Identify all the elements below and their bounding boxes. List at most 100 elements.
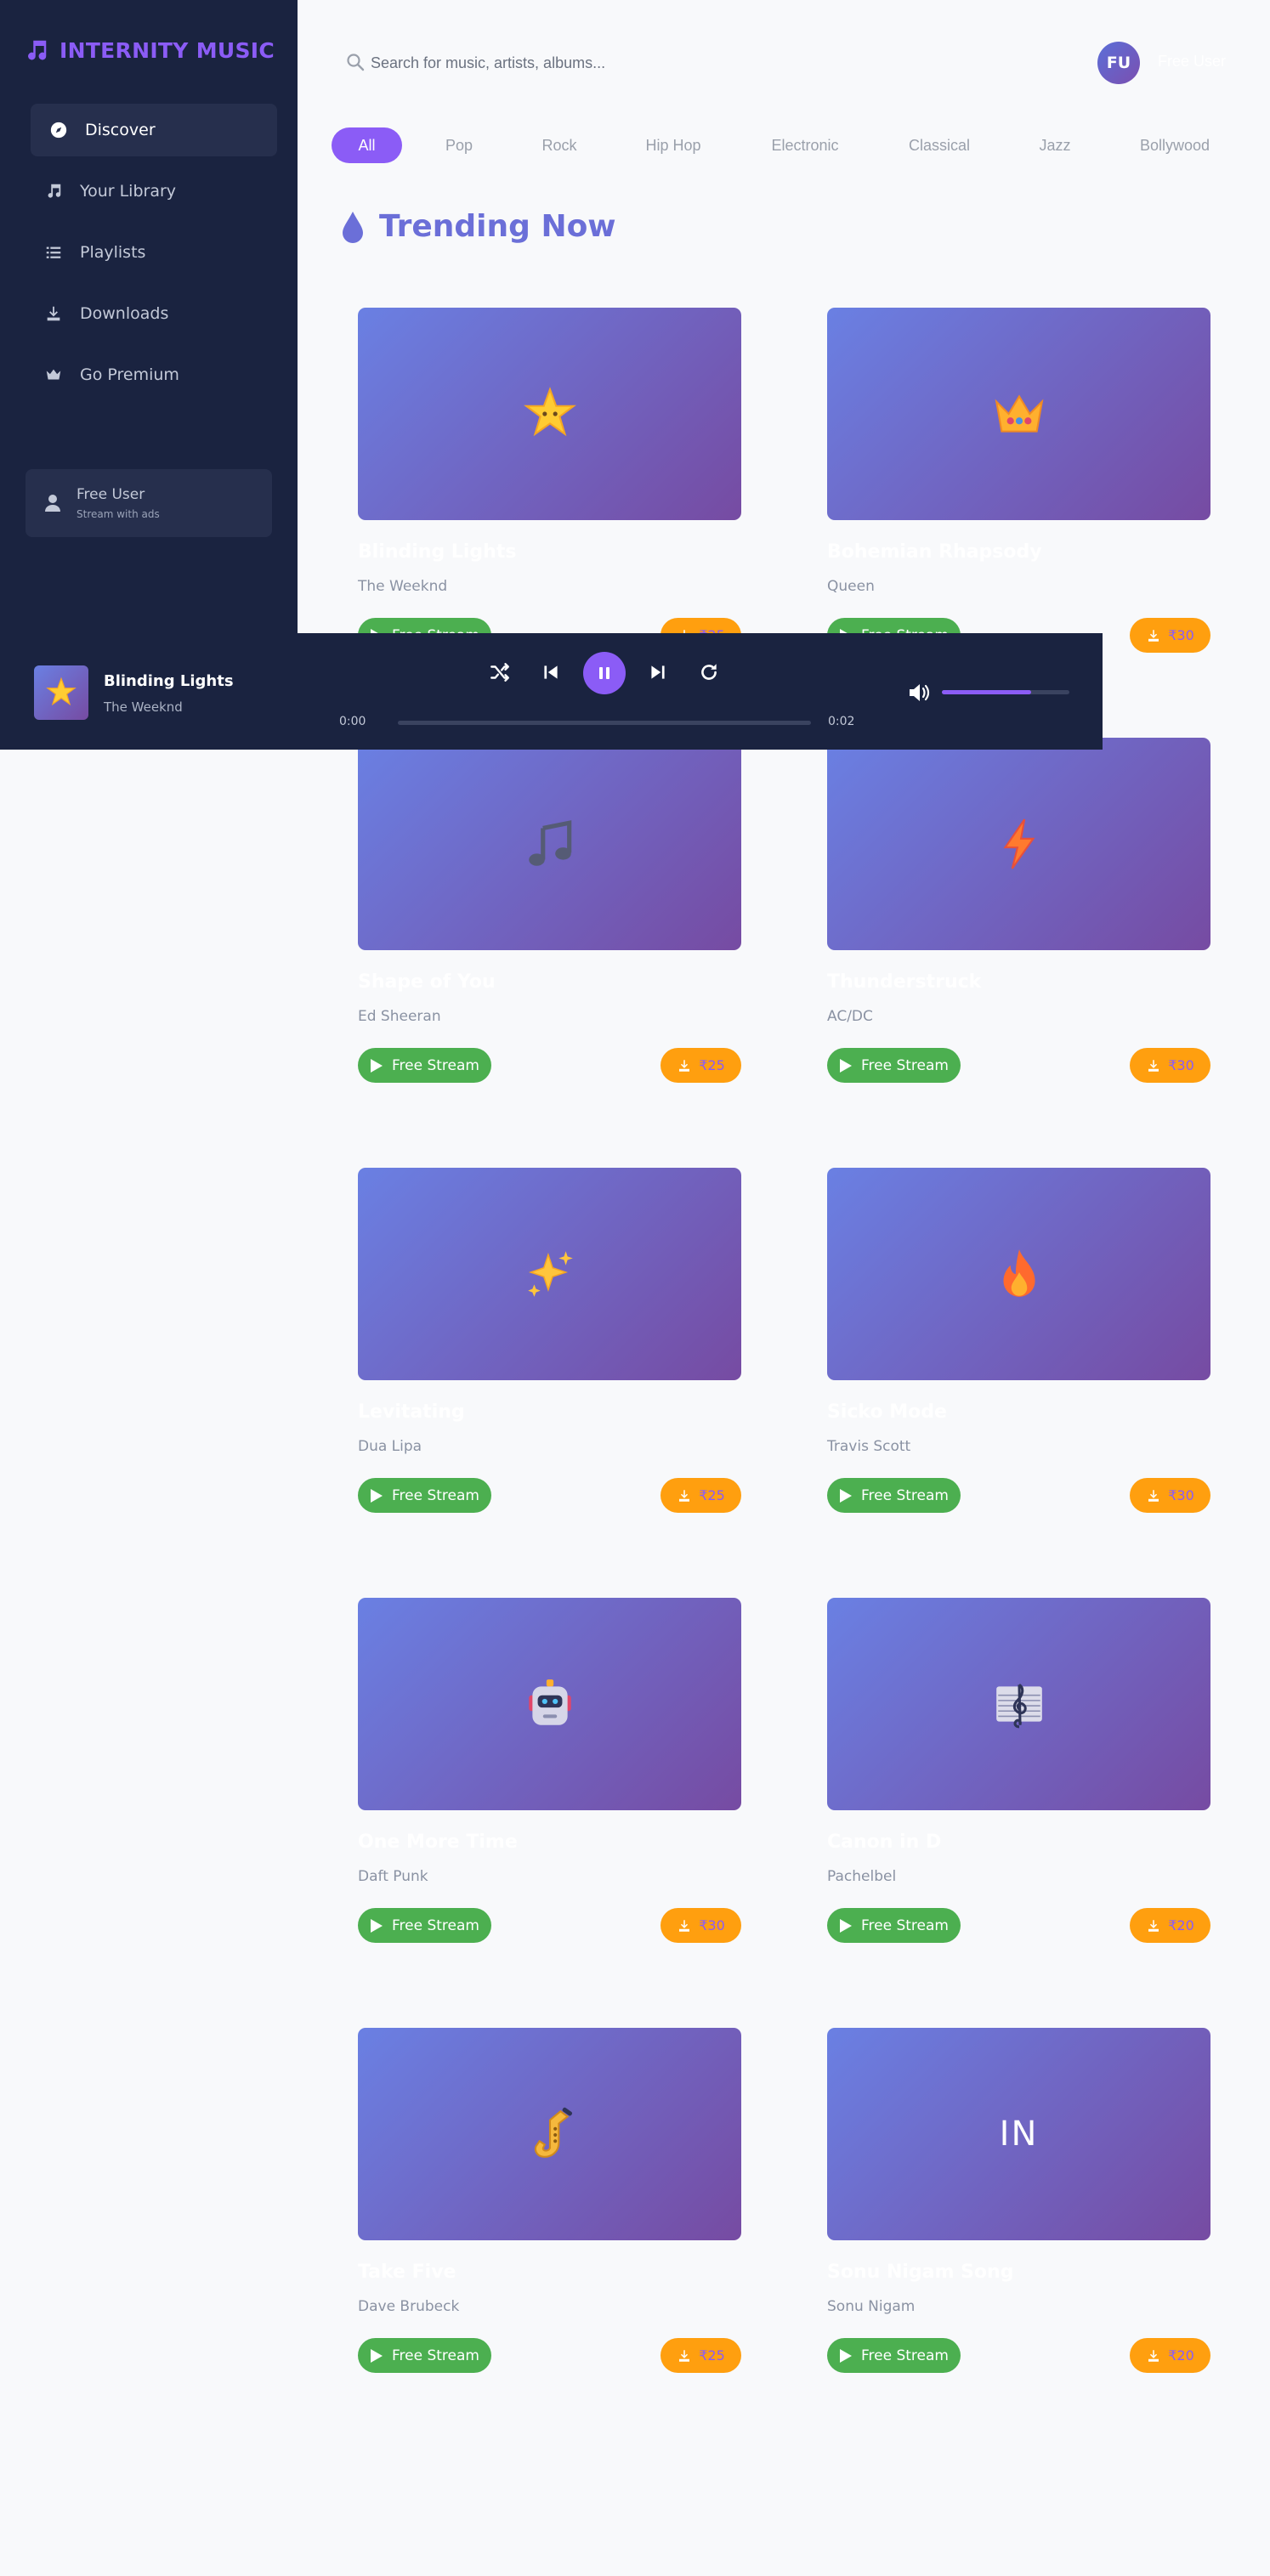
- list-icon: [46, 246, 61, 258]
- album-art[interactable]: [358, 308, 741, 520]
- song-artist[interactable]: Pachelbel: [827, 1868, 896, 1885]
- free-stream-button[interactable]: Free Stream: [827, 1048, 961, 1083]
- buy-download-button[interactable]: ₹30: [1130, 1048, 1210, 1083]
- song-card[interactable]: Sicko Mode Travis Scott Free Stream ₹30: [827, 1168, 1210, 1513]
- buy-download-button[interactable]: ₹25: [661, 1048, 741, 1083]
- album-art[interactable]: [358, 1598, 741, 1810]
- pause-button[interactable]: [583, 652, 626, 694]
- user-status-card[interactable]: Free User Stream with ads: [26, 469, 272, 537]
- song-card[interactable]: Bohemian Rhapsody Queen Free Stream ₹30: [827, 308, 1210, 653]
- search-icon: [347, 54, 365, 71]
- now-playing-art[interactable]: [34, 665, 88, 720]
- album-art[interactable]: [358, 738, 741, 950]
- song-title: Shape of You: [358, 971, 496, 993]
- song-card[interactable]: Thunderstruck AC/DC Free Stream ₹30: [827, 738, 1210, 1083]
- album-art[interactable]: [358, 2028, 741, 2240]
- pause-icon: [599, 667, 609, 679]
- download-icon: [679, 1489, 690, 1502]
- song-card[interactable]: One More Time Daft Punk Free Stream ₹30: [358, 1598, 741, 1943]
- song-card[interactable]: IN Sonu Nigam Song Sonu Nigam Free Strea…: [827, 2028, 1210, 2373]
- username[interactable]: Free User: [1158, 53, 1226, 71]
- tab-rock[interactable]: Rock: [525, 127, 593, 163]
- album-art[interactable]: [358, 1168, 741, 1380]
- repeat-button[interactable]: [695, 659, 723, 686]
- crown-icon: [46, 369, 61, 380]
- song-title: Sicko Mode: [827, 1401, 947, 1423]
- tab-jazz[interactable]: Jazz: [1024, 127, 1086, 163]
- song-artist[interactable]: Daft Punk: [358, 1868, 428, 1885]
- previous-button[interactable]: [537, 659, 564, 686]
- song-title: Take Five: [358, 2262, 456, 2283]
- free-stream-button[interactable]: Free Stream: [827, 1478, 961, 1513]
- song-artist[interactable]: AC/DC: [827, 1008, 873, 1025]
- tab-all[interactable]: All: [332, 127, 402, 163]
- free-stream-button[interactable]: Free Stream: [358, 1478, 491, 1513]
- play-icon: [840, 1488, 852, 1503]
- tab-electronic[interactable]: Electronic: [758, 127, 852, 163]
- song-artist[interactable]: Dave Brubeck: [358, 2298, 459, 2315]
- album-art[interactable]: IN: [827, 2028, 1210, 2240]
- shuffle-icon: [490, 663, 509, 682]
- app-logo[interactable]: INTERNITY MUSIC: [24, 37, 275, 63]
- volume-slider[interactable]: [942, 690, 1069, 694]
- buy-download-button[interactable]: ₹25: [661, 1478, 741, 1513]
- sidebar-item-label: Discover: [85, 121, 156, 139]
- song-card[interactable]: Take Five Dave Brubeck Free Stream ₹25: [358, 2028, 741, 2373]
- free-stream-button[interactable]: Free Stream: [358, 1908, 491, 1943]
- buy-download-button[interactable]: ₹20: [1130, 1908, 1210, 1943]
- sidebar-item-discover[interactable]: Discover: [31, 104, 277, 156]
- album-art[interactable]: [827, 1168, 1210, 1380]
- saxophone-icon: [534, 2107, 572, 2158]
- free-stream-label: Free Stream: [392, 1056, 479, 1074]
- tab-bollywood[interactable]: Bollywood: [1131, 127, 1219, 163]
- play-icon: [840, 1058, 852, 1073]
- album-art[interactable]: [827, 1598, 1210, 1810]
- tab-pop[interactable]: Pop: [425, 127, 493, 163]
- volume-icon[interactable]: [908, 682, 932, 704]
- song-artist[interactable]: Queen: [827, 578, 875, 595]
- avatar[interactable]: FU: [1097, 42, 1140, 84]
- progress-bar[interactable]: [398, 721, 811, 725]
- repeat-icon: [701, 664, 717, 680]
- song-artist[interactable]: Dua Lipa: [358, 1438, 422, 1455]
- free-stream-button[interactable]: Free Stream: [827, 2338, 961, 2373]
- song-card[interactable]: Canon in D Pachelbel Free Stream ₹20: [827, 1598, 1210, 1943]
- free-stream-label: Free Stream: [392, 2347, 479, 2364]
- song-card[interactable]: Levitating Dua Lipa Free Stream ₹25: [358, 1168, 741, 1513]
- buy-download-button[interactable]: ₹20: [1130, 2338, 1210, 2373]
- tab-classical[interactable]: Classical: [893, 127, 986, 163]
- section-title: Trending Now: [379, 209, 616, 244]
- song-card[interactable]: Blinding Lights The Weeknd Free Stream ₹…: [358, 308, 741, 653]
- sidebar-item-playlists[interactable]: Playlists: [31, 226, 277, 279]
- song-artist[interactable]: Sonu Nigam: [827, 2298, 915, 2315]
- album-art[interactable]: [827, 308, 1210, 520]
- music-notes-icon: [528, 820, 571, 866]
- buy-download-button[interactable]: ₹30: [1130, 618, 1210, 653]
- buy-download-button[interactable]: ₹25: [661, 2338, 741, 2373]
- fire-icon: [1002, 1249, 1035, 1297]
- next-button[interactable]: [644, 659, 672, 686]
- sidebar-item-library[interactable]: Your Library: [31, 165, 277, 218]
- free-stream-button[interactable]: Free Stream: [358, 2338, 491, 2373]
- play-icon: [371, 1918, 383, 1933]
- play-icon: [371, 2348, 383, 2363]
- search-input[interactable]: [371, 47, 881, 79]
- shuffle-button[interactable]: [486, 659, 513, 686]
- song-card[interactable]: Shape of You Ed Sheeran Free Stream ₹25: [358, 738, 741, 1083]
- buy-download-button[interactable]: ₹30: [661, 1908, 741, 1943]
- compass-icon: [50, 122, 67, 139]
- tab-hip-hop[interactable]: Hip Hop: [629, 127, 717, 163]
- sidebar: INTERNITY MUSIC Discover Your Library Pl…: [0, 0, 298, 633]
- lightning-icon: [1003, 818, 1035, 869]
- sidebar-item-premium[interactable]: Go Premium: [31, 348, 277, 401]
- buy-download-button[interactable]: ₹30: [1130, 1478, 1210, 1513]
- song-artist[interactable]: Ed Sheeran: [358, 1008, 441, 1025]
- song-artist[interactable]: The Weeknd: [358, 578, 447, 595]
- price-label: ₹30: [699, 1917, 725, 1933]
- album-art[interactable]: [827, 738, 1210, 950]
- free-stream-label: Free Stream: [392, 1916, 479, 1934]
- free-stream-button[interactable]: Free Stream: [827, 1908, 961, 1943]
- sidebar-item-downloads[interactable]: Downloads: [31, 287, 277, 340]
- free-stream-button[interactable]: Free Stream: [358, 1048, 491, 1083]
- song-artist[interactable]: Travis Scott: [827, 1438, 910, 1455]
